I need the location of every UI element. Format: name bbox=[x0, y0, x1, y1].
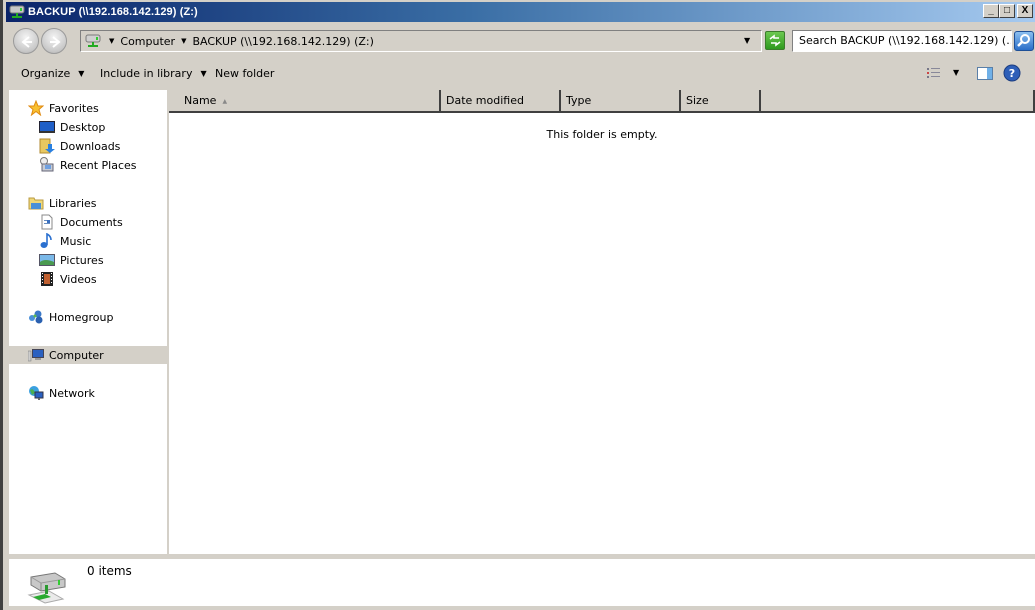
sidebar-item-desktop[interactable]: Desktop bbox=[9, 118, 167, 136]
column-header-filler bbox=[761, 90, 1035, 111]
videos-icon bbox=[39, 271, 55, 287]
search-button[interactable] bbox=[1014, 31, 1034, 51]
column-header-type[interactable]: Type bbox=[561, 90, 681, 111]
minimize-button[interactable]: _ bbox=[983, 4, 999, 18]
computer-icon bbox=[27, 347, 44, 363]
network-drive-icon bbox=[85, 34, 103, 48]
sidebar-item-pictures[interactable]: Pictures bbox=[9, 251, 167, 269]
chevron-down-icon: ▼ bbox=[200, 69, 207, 78]
close-button[interactable]: X bbox=[1017, 4, 1033, 18]
svg-text:?: ? bbox=[1009, 67, 1015, 80]
star-icon bbox=[27, 99, 45, 117]
explorer-window: BACKUP (\\192.168.142.129) (Z:) _ □ X ▼ … bbox=[0, 0, 1035, 610]
search-input[interactable]: Search BACKUP (\\192.168.142.129) (... bbox=[792, 30, 1012, 52]
sidebar-item-music[interactable]: Music bbox=[9, 232, 167, 250]
preview-pane-button[interactable] bbox=[976, 65, 994, 84]
sidebar-item-label: Computer bbox=[49, 348, 104, 362]
back-button[interactable] bbox=[13, 28, 39, 54]
include-in-library-button[interactable]: Include in library ▼ bbox=[100, 67, 207, 80]
sidebar-item-recent-places[interactable]: Recent Places bbox=[9, 156, 167, 174]
breadcrumb-computer[interactable]: Computer bbox=[120, 35, 175, 48]
window-title: BACKUP (\\192.168.142.129) (Z:) bbox=[28, 6, 198, 18]
sidebar-item-label: Recent Places bbox=[60, 158, 137, 172]
navigation-bar: ▼ Computer ▼ BACKUP (\\192.168.142.129) … bbox=[6, 24, 1035, 58]
breadcrumb-backup[interactable]: BACKUP (\\192.168.142.129) (Z:) bbox=[192, 35, 373, 48]
column-label: Name bbox=[184, 94, 217, 107]
search-icon bbox=[1017, 34, 1030, 47]
column-header-name[interactable]: Name ▲ bbox=[169, 90, 441, 111]
forward-button[interactable] bbox=[41, 28, 67, 54]
help-button[interactable]: ? bbox=[1003, 64, 1021, 85]
view-dropdown-icon[interactable]: ▼ bbox=[953, 68, 959, 77]
sidebar-item-network[interactable]: Network bbox=[9, 384, 167, 402]
address-bar[interactable]: ▼ Computer ▼ BACKUP (\\192.168.142.129) … bbox=[80, 30, 762, 52]
new-folder-label: New folder bbox=[215, 67, 275, 80]
maximize-button[interactable]: □ bbox=[999, 4, 1015, 18]
pictures-icon bbox=[39, 252, 55, 268]
organize-button[interactable]: Organize ▼ bbox=[21, 67, 84, 80]
refresh-button[interactable] bbox=[765, 31, 785, 50]
view-options-button[interactable] bbox=[925, 65, 943, 84]
sidebar-item-label: Pictures bbox=[60, 253, 104, 267]
details-pane: 0 items bbox=[9, 559, 1035, 606]
sidebar-item-label: Desktop bbox=[60, 120, 106, 134]
sidebar-item-label: Favorites bbox=[49, 101, 99, 115]
new-folder-button[interactable]: New folder bbox=[215, 67, 274, 80]
empty-folder-message: This folder is empty. bbox=[546, 128, 658, 141]
sidebar-item-computer[interactable]: Computer bbox=[9, 346, 167, 364]
sidebar-item-downloads[interactable]: Downloads bbox=[9, 137, 167, 155]
libraries-icon bbox=[28, 195, 44, 211]
help-icon: ? bbox=[1003, 64, 1021, 82]
item-count: 0 items bbox=[87, 564, 132, 578]
recent-places-icon bbox=[39, 157, 55, 173]
breadcrumb-dropdown-icon[interactable]: ▼ bbox=[109, 37, 114, 45]
homegroup-icon bbox=[28, 309, 44, 325]
column-header-date-modified[interactable]: Date modified bbox=[441, 90, 561, 111]
chevron-down-icon: ▼ bbox=[78, 69, 85, 78]
column-label: Date modified bbox=[446, 94, 524, 107]
navigation-pane: Favorites Desktop Downloads Recent Place… bbox=[9, 90, 167, 554]
file-list[interactable]: Name ▲ Date modified Type Size This folde… bbox=[169, 90, 1035, 554]
documents-icon bbox=[39, 214, 55, 230]
music-icon bbox=[39, 232, 55, 249]
sidebar-item-label: Network bbox=[49, 386, 95, 400]
downloads-icon bbox=[39, 138, 55, 154]
forward-arrow-icon bbox=[50, 36, 61, 48]
column-header-row: Name ▲ Date modified Type Size bbox=[169, 90, 1035, 113]
network-drive-icon bbox=[9, 5, 25, 19]
address-history-dropdown-icon[interactable]: ▼ bbox=[744, 36, 750, 45]
sidebar-item-videos[interactable]: Videos bbox=[9, 270, 167, 288]
column-label: Size bbox=[686, 94, 709, 107]
command-bar: Organize ▼ Include in library ▼ New fold… bbox=[6, 60, 1035, 88]
column-header-size[interactable]: Size bbox=[681, 90, 761, 111]
network-icon bbox=[28, 385, 44, 401]
sidebar-item-label: Music bbox=[60, 234, 92, 248]
sidebar-item-documents[interactable]: Documents bbox=[9, 213, 167, 231]
back-arrow-icon bbox=[21, 36, 32, 48]
sidebar-item-label: Documents bbox=[60, 215, 123, 229]
organize-label: Organize bbox=[21, 67, 71, 80]
sort-ascending-icon: ▲ bbox=[222, 97, 228, 105]
title-bar[interactable]: BACKUP (\\192.168.142.129) (Z:) _ □ X bbox=[6, 2, 1035, 22]
refresh-icon bbox=[769, 34, 781, 47]
view-options-icon bbox=[927, 68, 940, 78]
sidebar-item-label: Homegroup bbox=[49, 310, 114, 324]
sidebar-item-favorites[interactable]: Favorites bbox=[9, 99, 167, 117]
sidebar-item-libraries[interactable]: Libraries bbox=[9, 194, 167, 212]
network-drive-icon bbox=[25, 569, 69, 605]
sidebar-item-label: Libraries bbox=[49, 196, 97, 210]
sidebar-item-homegroup[interactable]: Homegroup bbox=[9, 308, 167, 326]
breadcrumb-dropdown-icon[interactable]: ▼ bbox=[181, 37, 186, 45]
column-label: Type bbox=[566, 94, 592, 107]
sidebar-item-label: Downloads bbox=[60, 139, 121, 153]
preview-pane-icon bbox=[977, 67, 993, 80]
include-in-library-label: Include in library bbox=[100, 67, 193, 80]
sidebar-item-label: Videos bbox=[60, 272, 97, 286]
desktop-icon bbox=[39, 119, 55, 135]
